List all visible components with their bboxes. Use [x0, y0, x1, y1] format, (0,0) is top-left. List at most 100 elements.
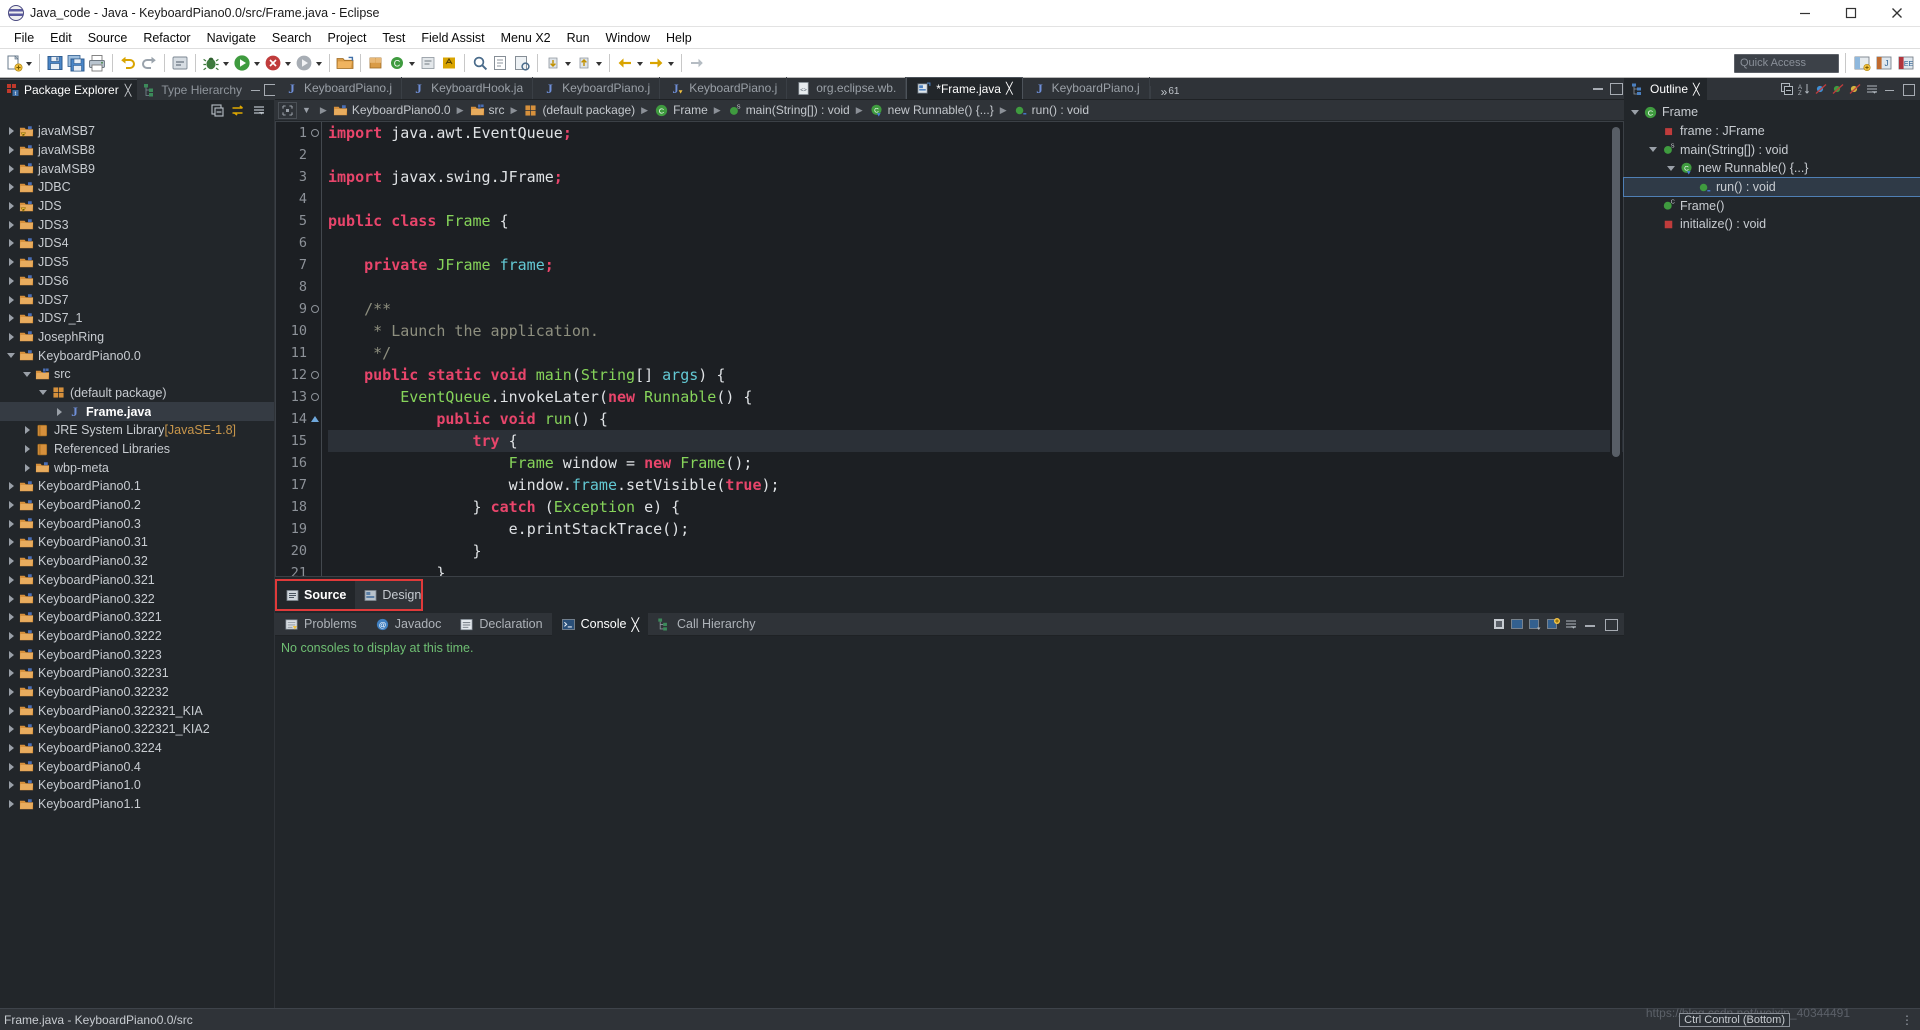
tree-item[interactable]: KeyboardPiano0.3222 [0, 627, 274, 646]
tree-item[interactable]: KeyboardPiano0.3224 [0, 739, 274, 758]
hide-nonpublic-icon[interactable] [1848, 82, 1862, 96]
external-tools-icon[interactable] [294, 53, 314, 73]
expand-arrow-closed-icon[interactable] [4, 576, 18, 584]
new-dropdown-caret[interactable] [25, 53, 34, 73]
annotation-icon[interactable] [439, 53, 459, 73]
back-caret[interactable] [636, 53, 645, 73]
breadcrumb-segment[interactable]: Cnew Runnable() {...} [868, 103, 995, 118]
expand-arrow-closed-icon[interactable] [4, 277, 18, 285]
collapse-all-icon[interactable] [210, 103, 225, 118]
tab-source[interactable]: Source [277, 581, 356, 609]
expand-arrow-closed-icon[interactable] [4, 744, 18, 752]
hide-static-icon[interactable] [1831, 82, 1845, 96]
tree-item[interactable]: src [0, 365, 274, 384]
breadcrumb-segment[interactable]: (default package) [522, 103, 636, 118]
expand-arrow-closed-icon[interactable] [4, 165, 18, 173]
tab-design[interactable]: Design [355, 581, 430, 609]
expand-arrow-closed-icon[interactable] [4, 333, 18, 341]
expand-arrow-closed-icon[interactable] [4, 146, 18, 154]
fold-marker-icon[interactable] [309, 129, 320, 137]
bottom-tab[interactable]: Declaration [450, 613, 551, 636]
tree-item[interactable]: JDS [0, 197, 274, 216]
new-interface-icon[interactable] [418, 53, 438, 73]
tree-item[interactable]: wbp-meta [0, 458, 274, 477]
tree-item[interactable]: JDS3 [0, 215, 274, 234]
fold-marker-icon[interactable] [309, 393, 320, 401]
expand-arrow-open-icon[interactable] [1628, 110, 1642, 115]
bottom-tab[interactable]: Problems [275, 613, 366, 636]
new-class-caret[interactable] [408, 53, 417, 73]
expand-arrow-closed-icon[interactable] [4, 725, 18, 733]
menu-project[interactable]: Project [320, 29, 375, 47]
editor-vertical-scrollbar[interactable] [1610, 123, 1622, 575]
fold-collapse-icon[interactable] [309, 416, 320, 422]
tree-item[interactable]: KeyboardPiano0.1 [0, 477, 274, 496]
editor-tab[interactable]: J KeyboardHook.ja [402, 77, 534, 99]
chevron-down-icon[interactable]: ▼ [298, 105, 315, 115]
java-perspective-icon[interactable]: J [1874, 53, 1894, 73]
scrollbar-thumb[interactable] [1612, 127, 1620, 457]
expand-arrow-closed-icon[interactable] [4, 183, 18, 191]
breadcrumb-segment[interactable]: C Frame [653, 103, 709, 118]
expand-arrow-closed-icon[interactable] [4, 127, 18, 135]
forward-icon[interactable] [646, 53, 666, 73]
tree-item[interactable]: JRE System Library [JavaSE-1.8] [0, 421, 274, 440]
new-icon[interactable] [4, 53, 24, 73]
expand-arrow-closed-icon[interactable] [52, 408, 66, 416]
expand-arrow-closed-icon[interactable] [4, 707, 18, 715]
display-console-icon[interactable] [1510, 617, 1524, 631]
minimize-view-icon[interactable] [1582, 613, 1598, 636]
editor-tab[interactable]: J KeyboardPiano.j [275, 77, 403, 99]
expand-arrow-closed-icon[interactable] [4, 520, 18, 528]
collapse-all-icon[interactable] [1780, 82, 1794, 96]
expand-arrow-closed-icon[interactable] [4, 595, 18, 603]
tree-item[interactable]: javaMSB9 [0, 159, 274, 178]
project-tree[interactable]: javaMSB7 javaMSB8 javaMSB9 JDBC JDS JDS3 JDS4 J… [0, 120, 274, 1008]
breadcrumb-home-icon[interactable] [278, 101, 297, 119]
save-all-icon[interactable] [66, 53, 86, 73]
run-icon[interactable] [232, 53, 252, 73]
outline-tree[interactable]: C Frame frame : JFrame Smain(String[]) : vo… [1623, 100, 1920, 234]
bottom-tab[interactable]: @ Javadoc [366, 613, 451, 636]
tree-item[interactable]: KeyboardPiano0.322321_KIA2 [0, 720, 274, 739]
tree-item[interactable]: KeyboardPiano0.3221 [0, 608, 274, 627]
fold-marker-icon[interactable] [309, 371, 320, 379]
tree-item[interactable]: Referenced Libraries [0, 440, 274, 459]
menu-field-assist[interactable]: Field Assist [413, 29, 492, 47]
view-menu-icon[interactable] [252, 103, 266, 117]
expand-arrow-closed-icon[interactable] [4, 763, 18, 771]
menu-edit[interactable]: Edit [42, 29, 80, 47]
maximize-button[interactable] [1828, 0, 1874, 26]
tree-item[interactable]: KeyboardPiano0.32231 [0, 664, 274, 683]
tree-item[interactable]: JDS4 [0, 234, 274, 253]
editor-tab[interactable]: J KeyboardPiano.j [533, 77, 661, 99]
outline-item[interactable]: Cnew Runnable() {...} [1624, 159, 1920, 178]
expand-arrow-closed-icon[interactable] [20, 464, 34, 472]
open-console-dropdown-icon[interactable] [1528, 617, 1542, 631]
outline-item[interactable]: C Frame() [1624, 196, 1920, 215]
tree-item[interactable]: KeyboardPiano1.0 [0, 776, 274, 795]
coverage-icon[interactable] [263, 53, 283, 73]
outline-item[interactable]: frame : JFrame [1624, 122, 1920, 141]
tree-item[interactable]: javaMSB8 [0, 141, 274, 160]
expand-arrow-closed-icon[interactable] [4, 314, 18, 322]
editor-tab[interactable]: *Frame.java ╳ [906, 77, 1023, 99]
outline-item[interactable]: C Frame [1624, 103, 1920, 122]
code-text[interactable]: import java.awt.EventQueue; import javax… [322, 122, 1623, 576]
close-icon[interactable]: ╳ [631, 617, 639, 632]
menu-run[interactable]: Run [559, 29, 598, 47]
print-icon[interactable] [87, 53, 107, 73]
breadcrumb-segment[interactable]: run() : void [1012, 103, 1090, 118]
new-console-icon[interactable] [1546, 617, 1560, 631]
expand-arrow-closed-icon[interactable] [4, 800, 18, 808]
java-ee-perspective-icon[interactable]: EE [1896, 53, 1916, 73]
tree-item[interactable]: JDBC [0, 178, 274, 197]
code-editor[interactable]: 1 2 3 4 5 6 7 8 9 10 11 12 13 14 15 16 17 18 19 20 21 import… [275, 121, 1624, 577]
run-dropdown-caret[interactable] [253, 53, 262, 73]
expand-arrow-closed-icon[interactable] [4, 239, 18, 247]
prev-annotation-caret[interactable] [595, 53, 604, 73]
menu-menu-x2[interactable]: Menu X2 [493, 29, 559, 47]
external-tools-caret[interactable] [315, 53, 324, 73]
maximize-view-icon[interactable] [261, 79, 276, 100]
expand-arrow-closed-icon[interactable] [4, 482, 18, 490]
